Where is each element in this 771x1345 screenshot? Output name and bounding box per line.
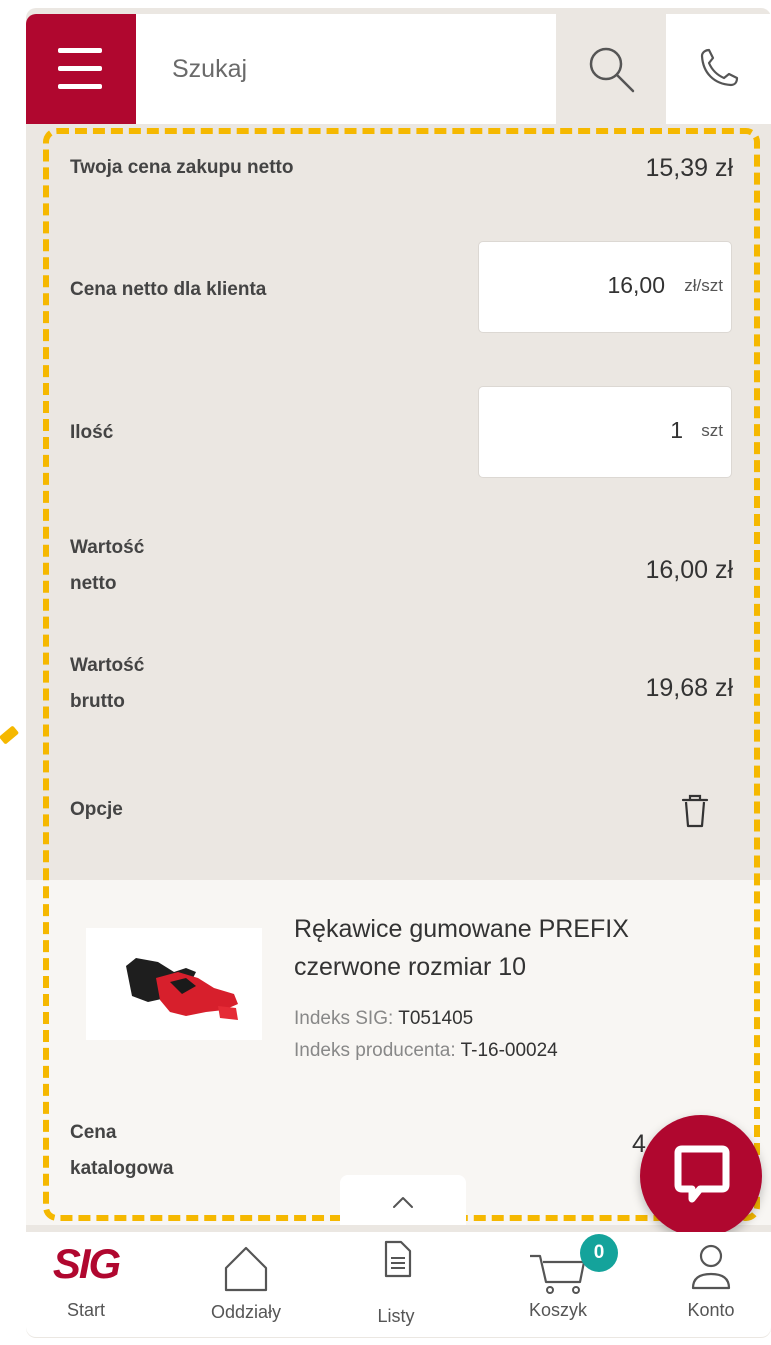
quantity-field[interactable]: 1 szt [478, 386, 732, 478]
sig-index: Indeks SIG: T051405 [294, 1008, 473, 1030]
net-value: 16,00 zł [645, 556, 733, 584]
options-label: Opcje [70, 799, 123, 820]
nav-lists[interactable]: Listy [336, 1232, 456, 1337]
nav-cart[interactable]: 0 Koszyk [516, 1232, 636, 1337]
nav-lists-label: Listy [377, 1306, 415, 1326]
phone-icon [700, 48, 739, 87]
nav-start[interactable]: SIG Start [26, 1232, 146, 1337]
quantity-label: Ilość [70, 422, 114, 443]
quantity-value: 1 [670, 417, 683, 443]
nav-account-label: Konto [687, 1300, 735, 1320]
gross-value-label-line1: Wartość [70, 655, 145, 676]
gloves-image-icon [126, 958, 238, 1020]
menu-button[interactable] [26, 14, 136, 124]
chevron-up-icon [393, 1197, 413, 1208]
product-name[interactable]: Rękawice gumowane PREFIX czerwone rozmia… [294, 910, 734, 986]
gross-value-label-line2: brutto [70, 691, 125, 712]
phone-button[interactable] [666, 14, 771, 124]
net-value-label-line1: Wartość [70, 537, 145, 558]
gross-value: 19,68 zł [645, 674, 733, 702]
purchase-price-label: Twoja cena zakupu netto [70, 157, 294, 178]
search-box [136, 14, 556, 124]
chat-button[interactable] [640, 1115, 762, 1237]
nav-cart-label: Koszyk [528, 1300, 588, 1320]
client-price-field[interactable]: 16,00 zł/szt [478, 241, 732, 333]
chat-icon [674, 1145, 730, 1203]
home-icon [224, 1246, 268, 1292]
trash-icon [681, 794, 709, 828]
catalog-price-label: Cena katalogowa [70, 1115, 173, 1187]
scroll-top-button[interactable] [340, 1175, 466, 1225]
search-input[interactable] [170, 50, 534, 88]
net-value-label: Wartość netto [70, 530, 144, 602]
sig-logo: SIG [52, 1240, 121, 1287]
producer-index-label: Indeks producenta: [294, 1040, 456, 1061]
top-header [0, 6, 771, 124]
bottom-navigation: SIG Start Oddziały Listy 0 Koszyk Konto [26, 1232, 771, 1337]
cart-count-badge: 0 [580, 1234, 618, 1272]
client-price-value: 16,00 [607, 272, 665, 298]
producer-index-value: T-16-00024 [460, 1040, 558, 1061]
nav-start-label: Start [66, 1300, 105, 1320]
sig-index-label: Indeks SIG: [294, 1008, 394, 1029]
catalog-price-label-line2: katalogowa [70, 1158, 174, 1179]
nav-branches-label: Oddziały [210, 1302, 282, 1322]
delete-button[interactable] [672, 788, 718, 834]
producer-index: Indeks producenta: T-16-00024 [294, 1040, 558, 1062]
sig-index-value: T051405 [398, 1008, 474, 1029]
search-icon [589, 47, 635, 93]
nav-branches[interactable]: Oddziały [186, 1232, 306, 1337]
user-icon [691, 1244, 731, 1290]
client-price-label: Cena netto dla klienta [70, 279, 267, 300]
quantity-unit: szt [701, 421, 723, 440]
catalog-price-label-line1: Cena [70, 1122, 117, 1143]
client-price-unit: zł/szt [684, 276, 723, 295]
nav-account[interactable]: Konto [651, 1232, 771, 1337]
net-value-label-line2: netto [70, 573, 117, 594]
gross-value-label: Wartość brutto [70, 648, 144, 720]
highlight-arrow [0, 725, 20, 745]
search-button[interactable] [556, 14, 666, 124]
document-icon [384, 1240, 412, 1278]
product-image[interactable] [86, 928, 262, 1040]
cart-icon [530, 1254, 586, 1294]
purchase-price-value: 15,39 zł [645, 154, 733, 182]
